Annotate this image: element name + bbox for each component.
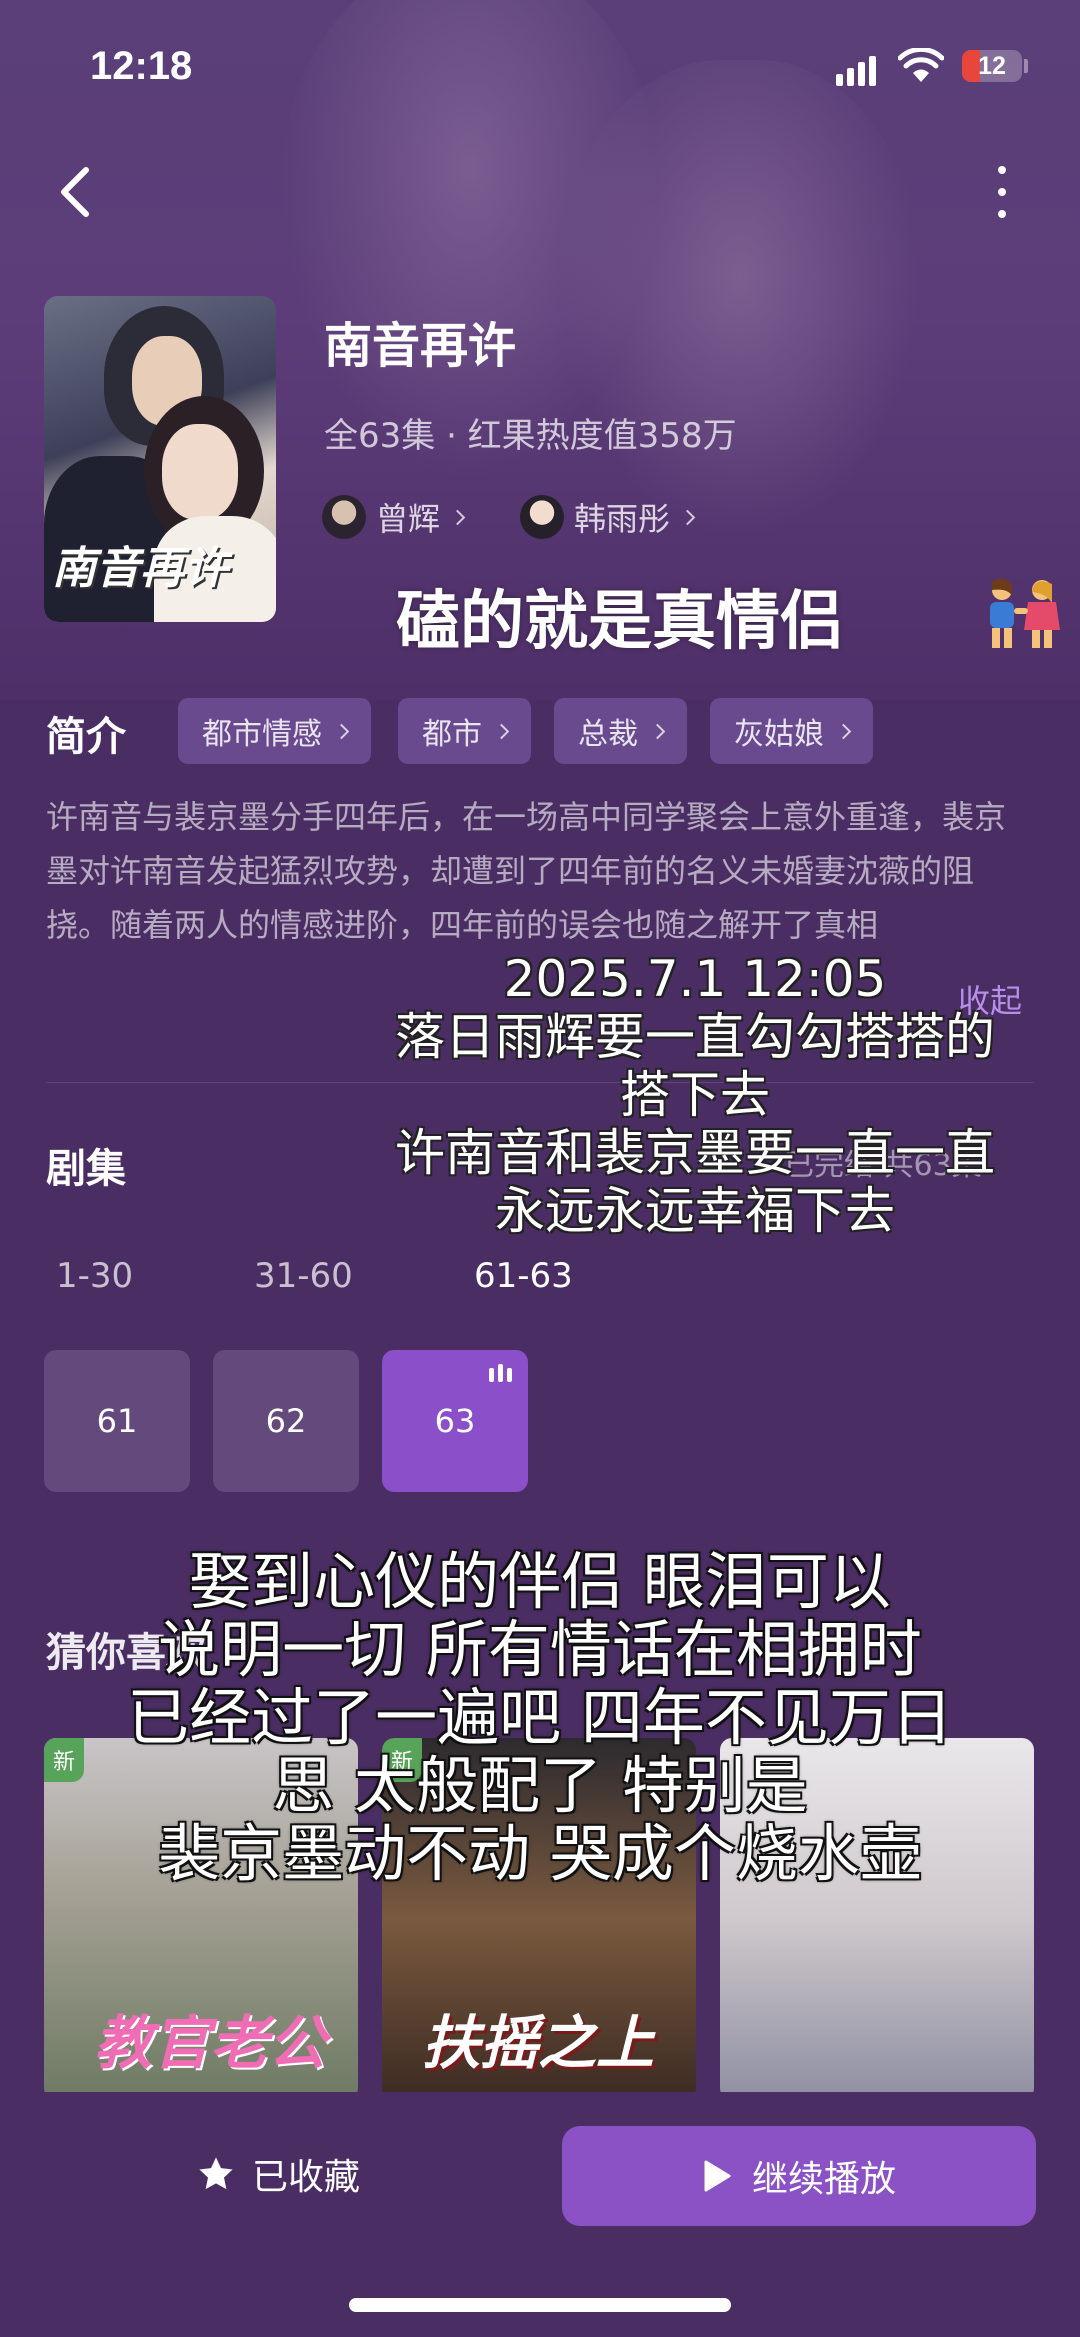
actor-link[interactable]: 韩雨彤: [520, 494, 696, 540]
play-icon: [704, 2160, 731, 2192]
caption-line: 永远永远幸福下去: [495, 1182, 895, 1240]
tag-cinderella[interactable]: 灰姑娘: [710, 698, 873, 764]
home-indicator: [349, 2298, 731, 2312]
tag-urban[interactable]: 都市: [398, 698, 531, 764]
caption-line: 说明一切 所有情话在相拥时: [158, 1613, 922, 1686]
back-icon[interactable]: [56, 164, 96, 220]
actor-name: 曾辉: [376, 500, 441, 538]
chevron-right-icon: [679, 509, 696, 525]
episode-number: 63: [434, 1402, 476, 1440]
episodes-label: 剧集: [46, 1146, 126, 1192]
chevron-right-icon: [493, 723, 510, 739]
signal-icon: [836, 56, 876, 86]
favorite-button[interactable]: 已收藏: [196, 2148, 360, 2200]
caption-line: 裴京墨动不动 哭成个烧水壶: [158, 1817, 922, 1890]
show-description: 许南音与裴京墨分手四年后，在一场高中同学聚会上意外重逢，裴京墨对许南音发起猛烈攻…: [46, 798, 1007, 944]
episode-number: 61: [96, 1402, 138, 1440]
tag-label: 都市情感: [202, 717, 322, 752]
continue-play-button[interactable]: 继续播放: [562, 2126, 1036, 2226]
episode-range-tab[interactable]: 1-30: [56, 1256, 133, 1296]
tag-ceo[interactable]: 总裁: [554, 698, 687, 764]
avatar: [520, 495, 564, 539]
episode-range-tab[interactable]: 61-63: [474, 1256, 573, 1296]
battery-icon: 12: [962, 50, 1022, 82]
show-title: 南音再许: [324, 318, 517, 374]
episode-button[interactable]: 62: [213, 1350, 359, 1492]
caption-line: 搭下去: [620, 1066, 770, 1124]
play-label: 继续播放: [751, 2159, 896, 2200]
overlay-caption: 娶到心仪的伴侣 眼泪可以 说明一切 所有情话在相拥时 已经过了一遍吧 四年不见万…: [0, 1548, 1080, 1888]
battery-level: 12: [978, 52, 1006, 80]
now-playing-icon: [489, 1364, 512, 1382]
chevron-right-icon: [649, 723, 666, 739]
caption-line: 已经过了一遍吧 四年不见万日: [127, 1681, 953, 1754]
actor-name: 韩雨彤: [574, 500, 671, 538]
couple-emoji-icon: [990, 578, 1060, 648]
caption-line: 娶到心仪的伴侣 眼泪可以: [189, 1545, 891, 1618]
caption-line: 思 太般配了 特别是: [272, 1749, 808, 1822]
show-poster[interactable]: 南音再许: [44, 296, 276, 622]
intro-label: 简介: [46, 714, 126, 760]
more-options-icon[interactable]: [990, 166, 1014, 218]
recommend-title: 教官老公: [94, 2009, 327, 2077]
show-meta: 全63集 · 红果热度值358万: [324, 416, 737, 456]
wifi-icon: [898, 48, 944, 82]
episode-range-tab[interactable]: 31-60: [254, 1256, 353, 1296]
overlay-caption: 磕的就是真情侣: [396, 585, 844, 659]
tag-urban-romance[interactable]: 都市情感: [178, 698, 371, 764]
avatar: [322, 495, 366, 539]
favorite-label: 已收藏: [252, 2157, 361, 2198]
episode-button-current[interactable]: 63: [382, 1350, 528, 1492]
poster-figure: [162, 424, 238, 520]
overlay-caption: 2025.7.1 12:05 落日雨辉要一直勾勾搭搭的 搭下去 许南音和裴京墨要…: [330, 950, 1060, 1240]
battery-cap: [1024, 59, 1028, 73]
background-photo-face: [560, 60, 920, 540]
star-icon: [199, 2157, 233, 2190]
poster-title: 南音再许: [52, 543, 228, 594]
chevron-right-icon: [333, 723, 350, 739]
tag-label: 都市: [422, 717, 482, 752]
episode-button[interactable]: 61: [44, 1350, 190, 1492]
actor-link[interactable]: 曾辉: [322, 494, 466, 540]
caption-line: 许南音和裴京墨要一直一直: [395, 1124, 995, 1182]
episode-number: 62: [265, 1402, 307, 1440]
recommend-title: 扶摇之上: [422, 2009, 655, 2077]
caption-line: 落日雨辉要一直勾勾搭搭的: [395, 1008, 995, 1066]
chevron-right-icon: [835, 723, 852, 739]
tag-label: 灰姑娘: [734, 717, 824, 752]
caption-line: 2025.7.1 12:05: [503, 950, 887, 1008]
status-time: 12:18: [90, 44, 193, 88]
chevron-right-icon: [449, 509, 466, 525]
tag-label: 总裁: [578, 717, 638, 752]
